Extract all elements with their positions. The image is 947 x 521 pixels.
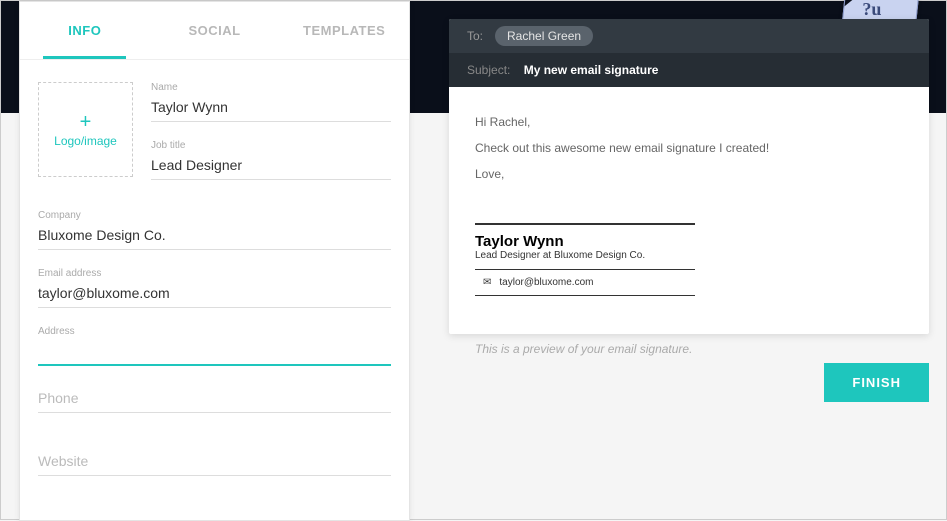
signature-title: Lead Designer at Bluxome Design Co. <box>475 250 695 261</box>
email-preview: To: Rachel Green Subject: My new email s… <box>449 19 929 334</box>
email-body: Hi Rachel, Check out this awesome new em… <box>449 87 929 334</box>
subject-label: Subject: <box>467 63 510 77</box>
recipient-chip: Rachel Green <box>495 26 593 46</box>
signature-email-row: ✉ taylor@bluxome.com <box>475 275 695 290</box>
subject-text: My new email signature <box>524 63 659 77</box>
address-input[interactable] <box>38 339 391 366</box>
phone-input[interactable] <box>38 384 391 413</box>
signature-divider <box>475 269 695 270</box>
body-line-1: Hi Rachel, <box>475 115 903 129</box>
email-subject-row: Subject: My new email signature <box>449 53 929 87</box>
jobtitle-label: Job title <box>151 140 391 151</box>
company-label: Company <box>38 210 391 221</box>
name-input[interactable] <box>151 95 391 122</box>
email-input[interactable] <box>38 281 391 308</box>
email-label: Email address <box>38 268 391 279</box>
preview-panel: To: Rachel Green Subject: My new email s… <box>449 19 929 356</box>
email-to-row: To: Rachel Green <box>449 19 929 53</box>
scribble-icon: ?u <box>862 0 881 20</box>
jobtitle-input[interactable] <box>151 153 391 180</box>
signature-block: Taylor Wynn Lead Designer at Bluxome Des… <box>475 223 695 296</box>
tab-social[interactable]: SOCIAL <box>150 2 280 59</box>
logo-upload[interactable]: + Logo/image <box>38 82 133 177</box>
signature-name: Taylor Wynn <box>475 233 695 250</box>
finish-button[interactable]: FINISH <box>824 363 929 402</box>
tab-templates[interactable]: TEMPLATES <box>279 2 409 59</box>
website-input[interactable] <box>38 447 391 476</box>
to-label: To: <box>467 29 483 43</box>
tab-info[interactable]: INFO <box>20 2 150 59</box>
address-label: Address <box>38 326 391 337</box>
form-area: + Logo/image Name Job title Company Emai… <box>20 60 409 476</box>
editor-panel: INFO SOCIAL TEMPLATES + Logo/image Name … <box>19 1 410 521</box>
body-line-3: Love, <box>475 167 903 181</box>
plus-icon: + <box>80 112 92 132</box>
signature-email: taylor@bluxome.com <box>499 277 593 288</box>
logo-upload-label: Logo/image <box>54 134 117 148</box>
tabs: INFO SOCIAL TEMPLATES <box>20 2 409 60</box>
preview-note: This is a preview of your email signatur… <box>449 342 929 356</box>
signature-bottom-divider <box>475 295 695 296</box>
name-label: Name <box>151 82 391 93</box>
body-line-2: Check out this awesome new email signatu… <box>475 141 903 155</box>
company-input[interactable] <box>38 223 391 250</box>
envelope-icon: ✉ <box>483 277 491 288</box>
